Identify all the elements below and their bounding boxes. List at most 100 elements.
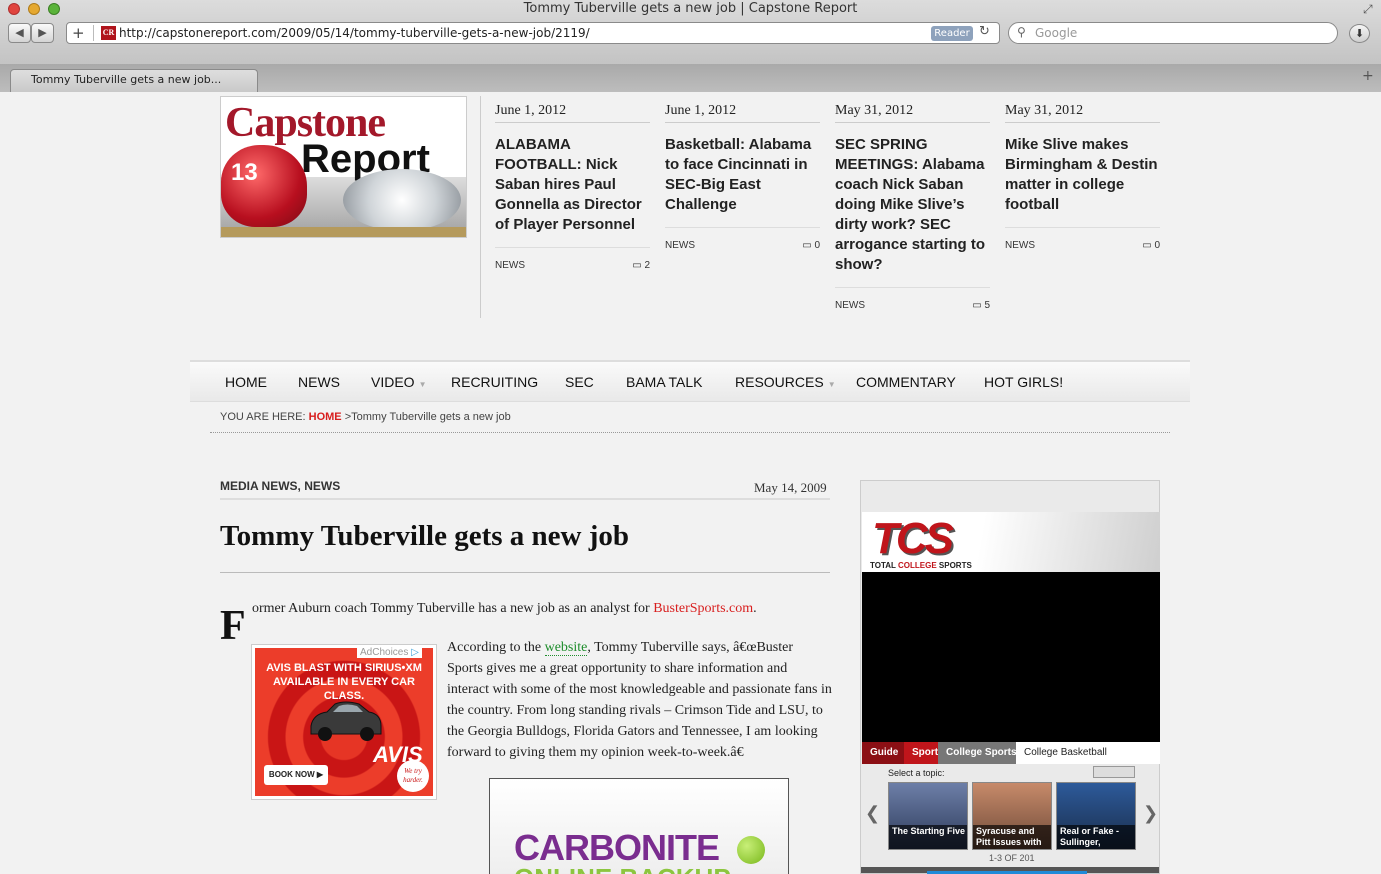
- story-title[interactable]: Mike Slive makes Birmingham & Destin mat…: [1005, 135, 1160, 215]
- story-title[interactable]: SEC SPRING MEETINGS: Alabama coach Nick …: [835, 135, 990, 275]
- fullscreen-icon[interactable]: ⤢: [1363, 2, 1373, 17]
- story-card[interactable]: May 31, 2012 Mike Slive makes Birmingham…: [1005, 92, 1160, 267]
- breadcrumb-home-link[interactable]: HOME: [309, 411, 342, 423]
- carbonite-logo-dot: [737, 836, 765, 864]
- tcs-banner[interactable]: TCS TOTAL COLLEGE SPORTS: [862, 512, 1160, 572]
- article-categories[interactable]: MEDIA NEWS, NEWS: [220, 479, 340, 493]
- forward-button[interactable]: ▶: [31, 23, 54, 43]
- adchoices-label[interactable]: AdChoices ▷: [357, 647, 422, 658]
- article-paragraph-2: According to the website, Tommy Tubervil…: [447, 640, 832, 760]
- video-count: 1-3 OF 201: [989, 853, 1035, 863]
- next-arrow-icon[interactable]: ❯: [1143, 803, 1158, 824]
- address-divider: [93, 25, 94, 41]
- reload-icon[interactable]: ↻: [979, 24, 990, 39]
- story-category[interactable]: NEWS: [495, 260, 525, 271]
- carbonite-ad[interactable]: CARBONITE ONLINE BACKUP: [489, 778, 789, 874]
- story-comments[interactable]: ▭ 0: [1142, 240, 1160, 251]
- carbonite-tagline: ONLINE BACKUP: [514, 863, 731, 874]
- car-image: [310, 701, 382, 741]
- comment-icon: ▭: [632, 260, 645, 271]
- avis-badge: We try harder.: [397, 760, 429, 792]
- video-thumb[interactable]: Syracuse and Pitt Issues with: [972, 782, 1052, 850]
- story-comments[interactable]: ▭ 0: [802, 240, 820, 251]
- view-toggle-icon[interactable]: [1093, 766, 1135, 778]
- comment-icon: ▭: [972, 300, 985, 311]
- story-category[interactable]: NEWS: [665, 240, 695, 251]
- downloads-icon[interactable]: ⬇: [1349, 24, 1370, 43]
- add-bookmark-icon[interactable]: +: [72, 24, 85, 42]
- dropdown-caret-icon: ▼: [827, 380, 836, 389]
- trophy-image: [343, 169, 461, 231]
- nav-resources[interactable]: RESOURCES ▼: [735, 374, 836, 390]
- search-field[interactable]: ⚲ Google: [1008, 22, 1338, 44]
- browser-tab[interactable]: Tommy Tuberville gets a new job...: [10, 69, 258, 92]
- minimize-window-button[interactable]: [28, 3, 40, 15]
- video-thumb[interactable]: The Starting Five: [888, 782, 968, 850]
- avis-ad-creative[interactable]: AVIS BLAST WITH SIRIUS•XM AVAILABLE IN E…: [255, 648, 433, 796]
- breadcrumb: YOU ARE HERE: HOME >Tommy Tuberville get…: [220, 411, 511, 423]
- tab-college-basketball[interactable]: College Basketball: [1016, 742, 1160, 764]
- web-page: Capstone Report 13 June 1, 2012 ALABAMA …: [0, 92, 1381, 874]
- tcs-tagline: TOTAL COLLEGE SPORTS: [870, 561, 972, 570]
- nav-video[interactable]: VIDEO ▼: [371, 374, 427, 390]
- nav-home[interactable]: HOME: [225, 374, 267, 390]
- breadcrumb-prefix: YOU ARE HERE:: [220, 411, 306, 423]
- video-thumb[interactable]: Real or Fake - Sullinger,: [1056, 782, 1136, 850]
- article-meta-divider: [220, 498, 830, 500]
- video-player[interactable]: [862, 572, 1160, 742]
- url-text[interactable]: http://capstonereport.com/2009/05/14/tom…: [119, 26, 590, 40]
- back-button[interactable]: ◀: [8, 23, 31, 43]
- tab-bar: Tommy Tuberville gets a new job... +: [0, 64, 1381, 92]
- zoom-window-button[interactable]: [48, 3, 60, 15]
- dropdown-caret-icon: ▼: [418, 380, 427, 389]
- adchoices-icon: ▷: [411, 647, 419, 658]
- story-date: June 1, 2012: [665, 92, 820, 123]
- comment-icon: ▭: [1142, 240, 1155, 251]
- logo-bottom-band: [221, 227, 466, 237]
- article-title-divider: [220, 572, 830, 573]
- nav-bama-talk[interactable]: BAMA TALK: [626, 374, 703, 390]
- reader-button[interactable]: Reader: [931, 26, 973, 41]
- story-comments[interactable]: ▭ 2: [632, 260, 650, 271]
- search-icon: ⚲: [1017, 25, 1026, 39]
- bustersports-link[interactable]: BusterSports.com: [653, 601, 753, 616]
- video-category-tabs: Guide Sport College Sports College Baske…: [862, 742, 1160, 764]
- story-date: June 1, 2012: [495, 92, 650, 123]
- story-comments[interactable]: ▭ 5: [972, 300, 990, 311]
- nav-recruiting[interactable]: RECRUITING: [451, 374, 538, 390]
- article-date: May 14, 2009: [754, 480, 827, 495]
- prev-arrow-icon[interactable]: ❮: [865, 803, 880, 824]
- breadcrumb-current: Tommy Tuberville gets a new job: [351, 411, 511, 423]
- story-title[interactable]: ALABAMA FOOTBALL: Nick Saban hires Paul …: [495, 135, 650, 235]
- story-category[interactable]: NEWS: [1005, 240, 1035, 251]
- story-category[interactable]: NEWS: [835, 300, 865, 311]
- article-paragraph-1: ormer Auburn coach Tommy Tuberville has …: [252, 601, 757, 616]
- topic-label: Select a topic:: [888, 768, 945, 778]
- close-window-button[interactable]: [8, 3, 20, 15]
- nav-sec[interactable]: SEC: [565, 374, 594, 390]
- video-thumb-caption: Syracuse and Pitt Issues with: [973, 825, 1051, 849]
- book-now-button[interactable]: BOOK NOW ▶: [264, 765, 328, 785]
- new-tab-icon[interactable]: +: [1362, 68, 1374, 84]
- website-link[interactable]: website: [544, 640, 588, 656]
- header-divider: [480, 96, 481, 318]
- story-card[interactable]: June 1, 2012 ALABAMA FOOTBALL: Nick Saba…: [495, 92, 650, 287]
- window-title: Tommy Tuberville gets a new job | Capsto…: [523, 1, 858, 16]
- story-card[interactable]: June 1, 2012 Basketball: Alabama to face…: [665, 92, 820, 267]
- video-thumb-caption: The Starting Five: [889, 825, 967, 849]
- nav-news[interactable]: NEWS: [298, 374, 340, 390]
- site-favicon: CR: [101, 26, 116, 40]
- tab-guide[interactable]: Guide: [862, 742, 906, 764]
- site-logo[interactable]: Capstone Report 13: [220, 96, 467, 238]
- main-nav: HOME NEWS VIDEO ▼ RECRUITING SEC BAMA TAL…: [190, 360, 1190, 402]
- tab-college-sports[interactable]: College Sports: [938, 742, 1018, 764]
- avis-ad[interactable]: AVIS BLAST WITH SIRIUS•XM AVAILABLE IN E…: [251, 644, 437, 800]
- story-card[interactable]: May 31, 2012 SEC SPRING MEETINGS: Alabam…: [835, 92, 990, 327]
- search-placeholder: Google: [1035, 26, 1078, 40]
- browser-toolbar: ◀ ▶ + CR http://capstonereport.com/2009/…: [0, 20, 1381, 46]
- nav-commentary[interactable]: COMMENTARY: [856, 374, 956, 390]
- tab-sport[interactable]: Sport: [904, 742, 940, 764]
- address-bar[interactable]: + CR http://capstonereport.com/2009/05/1…: [66, 22, 1000, 44]
- nav-hot-girls[interactable]: HOT GIRLS!: [984, 374, 1063, 390]
- story-title[interactable]: Basketball: Alabama to face Cincinnati i…: [665, 135, 820, 215]
